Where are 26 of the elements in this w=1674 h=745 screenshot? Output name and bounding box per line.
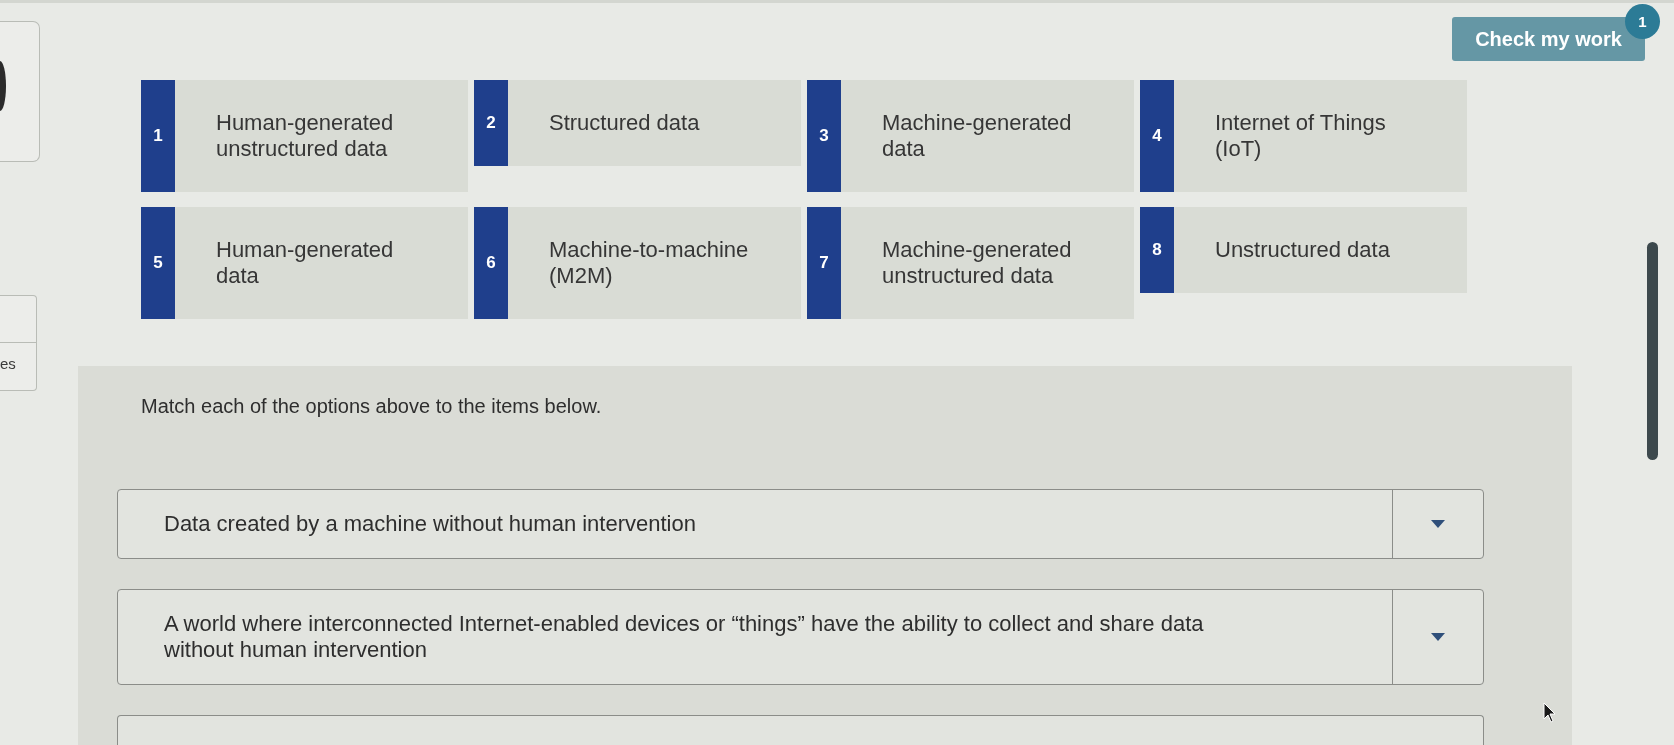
option-label: Internet of Things (IoT) xyxy=(1214,109,1387,163)
caret-icon xyxy=(1431,520,1445,528)
option-number: 4 xyxy=(1140,80,1174,192)
option-label: Human-generated unstructured data xyxy=(215,109,395,163)
option-label: Machine-generated data xyxy=(881,109,1073,163)
caret-icon xyxy=(1431,633,1445,641)
cursor-icon xyxy=(1543,702,1557,724)
option-number: 2 xyxy=(474,80,508,166)
option-number: 3 xyxy=(807,80,841,192)
option-number: 7 xyxy=(807,207,841,319)
option-label: Unstructured data xyxy=(1214,236,1391,264)
option-label: Structured data xyxy=(548,109,701,137)
option-number: 8 xyxy=(1140,207,1174,293)
option-number: 5 xyxy=(141,207,175,319)
match-prompt: Data created by a machine without human intervention xyxy=(163,510,697,538)
option-label: Machine-generated unstructured data xyxy=(881,236,1073,290)
count-badge: 1 xyxy=(1625,4,1660,39)
sidebar-label: es xyxy=(0,355,17,373)
option-number: 1 xyxy=(141,80,175,192)
option-number: 6 xyxy=(474,207,508,319)
instruction-text: Match each of the options above to the items below. xyxy=(141,394,602,418)
match-prompt: A world where interconnected Internet-enabled devices or “things” have the ability to collect and share data without human intervention xyxy=(163,610,1205,664)
scrollbar[interactable] xyxy=(1647,242,1658,460)
option-label: Machine-to-machine (M2M) xyxy=(548,236,750,290)
option-label: Human-generated data xyxy=(215,236,395,290)
semicircle-icon xyxy=(0,61,6,111)
